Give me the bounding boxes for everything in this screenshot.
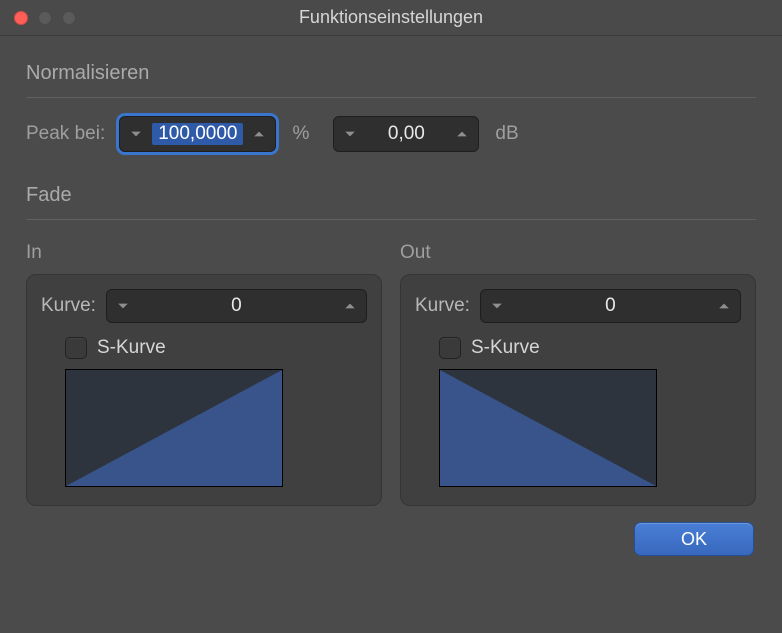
fade-out-curve-row: Kurve: 0 — [415, 289, 741, 323]
fade-out-scurve-row: S-Kurve — [415, 337, 741, 359]
window-title: Funktionseinstellungen — [0, 7, 782, 28]
fade-out-box: Kurve: 0 S-Kurve — [400, 274, 756, 506]
fade-out-label: Out — [400, 238, 756, 274]
ok-button[interactable]: OK — [634, 522, 754, 556]
chevron-up-icon — [456, 128, 468, 140]
peak-row: Peak bei: 100,0000 % 0,00 dB — [26, 116, 756, 152]
fade-out-curve-value[interactable]: 0 — [513, 295, 708, 317]
button-row: OK — [26, 522, 756, 556]
peak-percent-inc[interactable] — [243, 117, 275, 151]
fade-out-column: Out Kurve: 0 S-Kurv — [400, 238, 756, 506]
peak-percent-stepper[interactable]: 100,0000 — [119, 116, 276, 152]
fade-in-column: In Kurve: 0 S-Kurve — [26, 238, 382, 506]
fade-out-scurve-label: S-Kurve — [471, 337, 540, 359]
fade-out-curve-stepper[interactable]: 0 — [480, 289, 741, 323]
peak-percent-dec[interactable] — [120, 117, 152, 151]
fade-in-curve-stepper[interactable]: 0 — [106, 289, 367, 323]
chevron-down-icon — [491, 300, 503, 312]
chevron-down-icon — [130, 128, 142, 140]
fade-out-curve-label: Kurve: — [415, 295, 470, 317]
fade-in-curve-row: Kurve: 0 — [41, 289, 367, 323]
peak-percent-value[interactable]: 100,0000 — [152, 123, 243, 145]
chevron-down-icon — [344, 128, 356, 140]
fade-out-scurve-checkbox[interactable] — [439, 337, 461, 359]
fade-in-scurve-row: S-Kurve — [41, 337, 367, 359]
peak-label: Peak bei: — [26, 123, 105, 145]
peak-db-stepper[interactable]: 0,00 — [333, 116, 479, 152]
fade-in-curve-inc[interactable] — [334, 290, 366, 322]
fade-out-curve-preview — [439, 369, 657, 487]
db-unit: dB — [493, 123, 520, 145]
fade-in-scurve-checkbox[interactable] — [65, 337, 87, 359]
percent-unit: % — [290, 123, 311, 145]
peak-db-inc[interactable] — [446, 117, 478, 151]
fade-out-curve-dec[interactable] — [481, 290, 513, 322]
fade-header: Fade — [26, 178, 756, 220]
fade-in-label: In — [26, 238, 382, 274]
content: Normalisieren Peak bei: 100,0000 % 0,00 … — [0, 36, 782, 578]
fade-out-curve-inc[interactable] — [708, 290, 740, 322]
chevron-down-icon — [117, 300, 129, 312]
fade-in-curve-label: Kurve: — [41, 295, 96, 317]
fade-columns: In Kurve: 0 S-Kurve — [26, 238, 756, 506]
fade-in-scurve-label: S-Kurve — [97, 337, 166, 359]
fade-in-curve-preview — [65, 369, 283, 487]
titlebar: Funktionseinstellungen — [0, 0, 782, 36]
peak-db-value[interactable]: 0,00 — [366, 123, 446, 145]
fade-in-curve-dec[interactable] — [107, 290, 139, 322]
chevron-up-icon — [344, 300, 356, 312]
fade-in-box: Kurve: 0 S-Kurve — [26, 274, 382, 506]
normalize-header: Normalisieren — [26, 56, 756, 98]
peak-db-dec[interactable] — [334, 117, 366, 151]
chevron-up-icon — [718, 300, 730, 312]
fade-in-curve-value[interactable]: 0 — [139, 295, 334, 317]
chevron-up-icon — [253, 128, 265, 140]
